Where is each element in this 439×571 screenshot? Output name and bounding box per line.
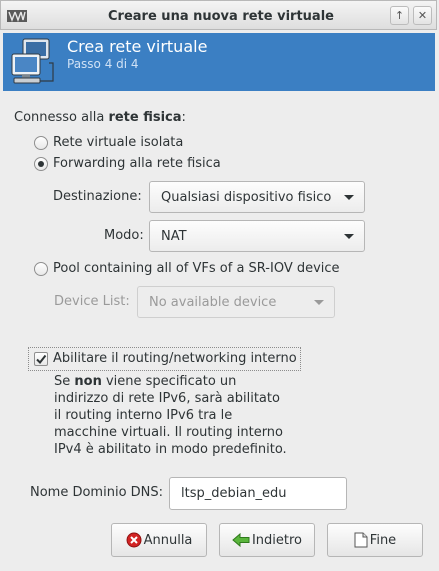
radio-isolated[interactable] [34, 136, 48, 150]
cancel-button-label: Annulla [143, 532, 193, 548]
dns-domain-input[interactable] [169, 477, 347, 510]
routing-checkbox-label[interactable]: Abilitare il routing/networking interno [53, 351, 297, 366]
radio-sriov-label[interactable]: Pool containing all of VFs of a SR-IOV d… [53, 261, 340, 276]
network-computers-icon [11, 38, 54, 84]
routing-checkbox[interactable] [34, 352, 48, 366]
mode-value: NAT [161, 229, 187, 244]
connection-heading: Connesso alla rete fisica: [14, 110, 186, 125]
routing-info-text: Se non viene specificato un indirizzo di… [54, 373, 304, 458]
radio-isolated-label[interactable]: Rete virtuale isolata [53, 135, 183, 150]
info-line2: indirizzo di rete IPv6, sarà abilitato [54, 391, 280, 406]
radio-forwarding-label[interactable]: Forwarding alla rete fisica [53, 156, 221, 171]
dns-label: Nome Dominio DNS: [30, 485, 164, 500]
info-line3: il routing interno IPv6 tra le [54, 408, 233, 423]
destination-value: Qualsiasi dispositivo fisico [161, 190, 332, 205]
destination-label: Destinazione: [53, 189, 142, 204]
info-line5: IPv4 è abilitato in modo predefinito. [54, 442, 287, 457]
connection-heading-suffix: : [181, 110, 186, 125]
wizard-title: Crea rete virtuale [67, 37, 208, 56]
connection-heading-prefix: Connesso alla [14, 110, 109, 125]
device-list-label: Device List: [54, 294, 130, 309]
title-bar[interactable]: Creare una nuova rete virtuale ↑ ✕ [0, 0, 437, 30]
checkmark-icon [36, 354, 47, 365]
radio-forwarding[interactable] [34, 157, 48, 171]
up-button[interactable]: ↑ [390, 6, 409, 25]
radio-selected-dot [38, 161, 44, 167]
info-line1-post: viene specificato un [101, 374, 237, 389]
mode-label: Modo: [104, 228, 144, 243]
arrow-left-icon [232, 532, 250, 548]
connection-heading-bold: rete fisica [108, 110, 182, 125]
info-line1-pre: Se [54, 374, 75, 389]
cancel-button[interactable]: Annulla [111, 523, 207, 557]
back-button[interactable]: Indietro [219, 523, 315, 557]
device-list-combo[interactable]: No available device [137, 286, 335, 318]
finish-button[interactable]: Fine [327, 523, 423, 557]
mode-combo[interactable]: NAT [149, 220, 365, 252]
cancel-icon [126, 532, 142, 548]
device-list-value: No available device [149, 295, 277, 310]
back-button-label: Indietro [251, 532, 303, 548]
wizard-header: Crea rete virtuale Passo 4 di 4 [3, 33, 435, 91]
wizard-step: Passo 4 di 4 [67, 57, 139, 71]
info-line4: macchine virtuali. Il routing interno [54, 425, 284, 440]
app-icon [7, 10, 27, 22]
chevron-down-icon [344, 195, 354, 200]
info-line1-bold: non [74, 374, 102, 389]
window-title: Creare una nuova rete virtuale [108, 9, 334, 24]
document-icon [354, 532, 368, 548]
close-button[interactable]: ✕ [413, 6, 432, 25]
chevron-down-icon [314, 300, 324, 305]
finish-button-label: Fine [369, 532, 397, 548]
radio-sriov[interactable] [34, 262, 48, 276]
chevron-down-icon [344, 234, 354, 239]
destination-combo[interactable]: Qualsiasi dispositivo fisico [149, 181, 365, 213]
